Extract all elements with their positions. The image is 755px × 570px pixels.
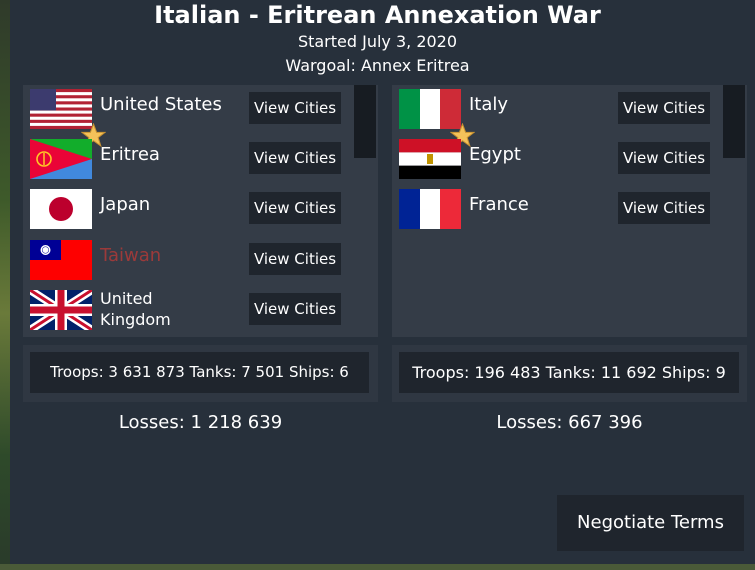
map-edge-bottom: [0, 564, 755, 570]
view-cities-button[interactable]: View Cities: [618, 92, 710, 124]
country-row-taiwan: Taiwan View Cities: [23, 236, 353, 280]
country-row-united-kingdom: United Kingdom View Cities: [23, 286, 353, 330]
right-side-stats: Troops: 196 483 Tanks: 11 692 Ships: 9: [392, 345, 747, 402]
country-name: United States: [100, 94, 222, 115]
view-cities-button[interactable]: View Cities: [249, 293, 341, 325]
flag-uk-icon: [30, 290, 92, 330]
left-side-losses: Losses: 1 218 639: [118, 412, 283, 433]
military-stats: Troops: 196 483 Tanks: 11 692 Ships: 9: [399, 352, 739, 393]
scrollbar-thumb[interactable]: [723, 85, 745, 158]
country-name: Eritrea: [100, 144, 160, 165]
flag-japan-icon: [30, 189, 92, 229]
country-row-france: France View Cities: [392, 185, 722, 229]
flag-france-icon: [399, 189, 461, 229]
view-cities-button[interactable]: View Cities: [618, 142, 710, 174]
country-name: Egypt: [469, 144, 521, 165]
flag-egypt-icon: [399, 139, 461, 179]
flag-eritrea-icon: [30, 139, 92, 179]
view-cities-button[interactable]: View Cities: [618, 192, 710, 224]
map-edge: [0, 0, 10, 570]
country-name: Japan: [100, 194, 151, 215]
left-side-stats: Troops: 3 631 873 Tanks: 7 501 Ships: 6: [23, 345, 378, 402]
country-row-italy: Italy View Cities: [392, 85, 722, 148]
right-side-country-list[interactable]: Italy View Cities Egypt View Cities Fran…: [392, 85, 747, 337]
military-stats: Troops: 3 631 873 Tanks: 7 501 Ships: 6: [30, 352, 369, 393]
country-name: France: [469, 194, 529, 215]
country-row-japan: Japan View Cities: [23, 185, 353, 229]
war-goal: Wargoal: Annex Eritrea: [285, 56, 470, 75]
country-name: Italy: [469, 94, 509, 115]
country-row-united-states: United States View Cities: [23, 85, 353, 148]
negotiate-terms-button[interactable]: Negotiate Terms: [557, 495, 744, 551]
country-row-egypt: Egypt View Cities: [392, 135, 722, 179]
view-cities-button[interactable]: View Cities: [249, 92, 341, 124]
country-name: United Kingdom: [100, 289, 171, 329]
view-cities-button[interactable]: View Cities: [249, 192, 341, 224]
view-cities-button[interactable]: View Cities: [249, 142, 341, 174]
right-side-losses: Losses: 667 396: [496, 412, 643, 433]
view-cities-button[interactable]: View Cities: [249, 243, 341, 275]
scrollbar-thumb[interactable]: [354, 85, 376, 158]
country-row-eritrea: Eritrea View Cities: [23, 135, 353, 179]
flag-taiwan-icon: [30, 240, 92, 280]
left-side-country-list[interactable]: United States View Cities Eritrea View C…: [23, 85, 378, 337]
country-name: Taiwan: [100, 245, 162, 266]
war-start-date: Started July 3, 2020: [297, 32, 458, 51]
war-title: Italian - Eritrean Annexation War: [154, 1, 601, 29]
